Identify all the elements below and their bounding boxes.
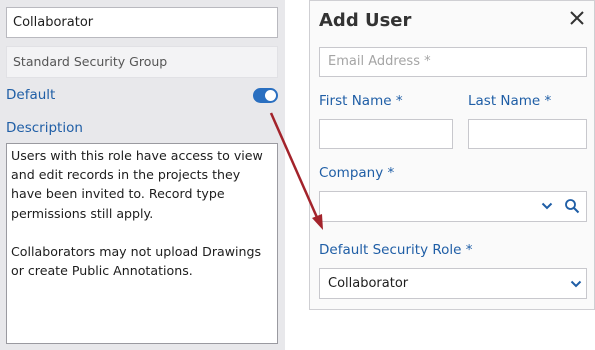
default-security-role-label: Default Security Role * (319, 242, 473, 258)
company-combobox[interactable] (319, 191, 587, 222)
toggle-knob (265, 90, 276, 101)
role-details-panel: Collaborator Standard Security Group Def… (0, 0, 285, 350)
chevron-down-icon (570, 280, 582, 288)
first-name-label: First Name * (319, 93, 403, 109)
screenshot-stage: Collaborator Standard Security Group Def… (0, 0, 595, 350)
security-group-field: Standard Security Group (6, 46, 278, 78)
search-icon[interactable] (564, 198, 580, 214)
last-name-label: Last Name * (468, 93, 552, 109)
last-name-input[interactable] (468, 119, 587, 149)
dialog-title: Add User (319, 10, 412, 31)
default-label: Default (6, 87, 56, 103)
selected-role-value: Collaborator (328, 276, 409, 291)
first-name-input[interactable] (319, 119, 453, 149)
email-input[interactable]: Email Address * (319, 47, 587, 77)
close-button[interactable] (566, 7, 588, 29)
default-toggle[interactable] (253, 88, 278, 103)
description-label: Description (6, 120, 83, 136)
chevron-down-icon[interactable] (540, 199, 554, 213)
default-security-role-select[interactable]: Collaborator (319, 268, 587, 299)
company-label: Company * (319, 165, 395, 181)
close-icon (570, 11, 584, 25)
add-user-dialog: Add User Email Address * First Name * La… (309, 0, 595, 310)
description-textarea[interactable]: Users with this role have access to view… (6, 143, 278, 344)
role-name-input[interactable]: Collaborator (6, 7, 278, 38)
